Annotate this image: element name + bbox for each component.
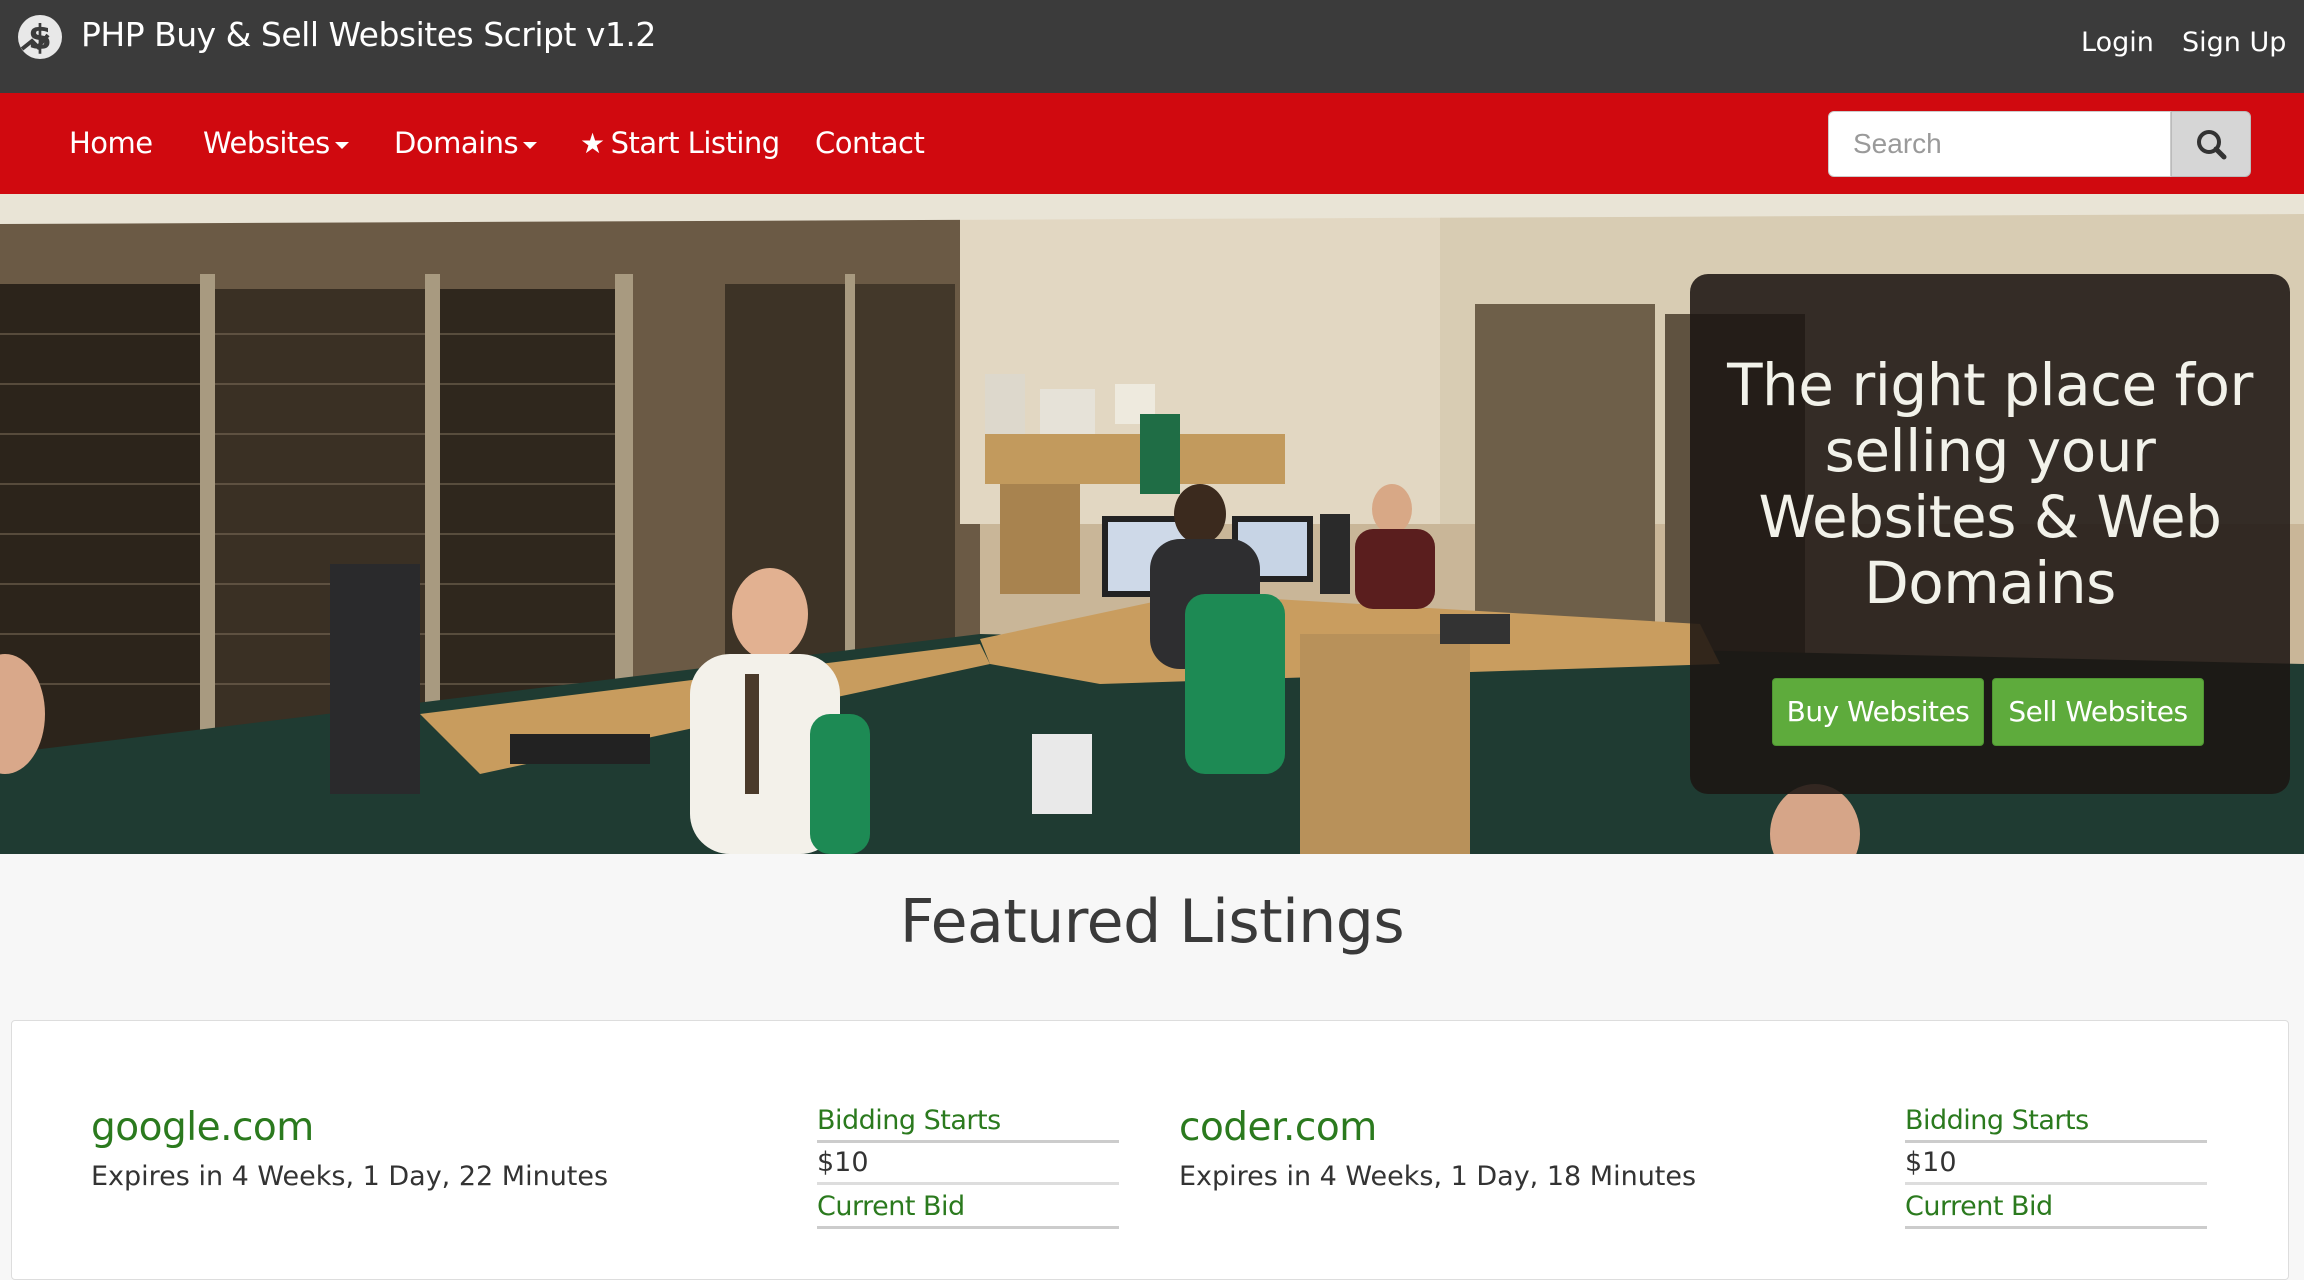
nav-domains-label: Domains [394, 126, 519, 160]
featured-title: Featured Listings [899, 887, 1405, 957]
dollar-logo-icon[interactable]: $ [14, 11, 66, 63]
listing-name-link[interactable]: coder.com [1179, 1105, 1377, 1150]
hero-panel: The right place for selling your Website… [1690, 274, 2290, 794]
star-icon: ★ [580, 127, 605, 160]
current-bid-label: Current Bid [817, 1191, 1119, 1229]
sell-websites-button[interactable]: Sell Websites [1992, 678, 2204, 746]
listing-name-link[interactable]: google.com [91, 1105, 314, 1150]
nav-home[interactable]: Home [69, 126, 153, 160]
nav-websites-label: Websites [203, 126, 330, 160]
hero-banner: The right place for selling your Website… [0, 194, 2304, 854]
featured-listings-card: google.com Expires in 4 Weeks, 1 Day, 22… [11, 1020, 2289, 1280]
nav-start-listing-label: Start Listing [610, 126, 781, 160]
nav-domains-dropdown[interactable]: Domains [394, 126, 538, 160]
search-button[interactable] [2171, 111, 2251, 177]
hero-title: The right place for selling your Website… [1727, 351, 2253, 617]
search-input[interactable] [1828, 111, 2171, 177]
nav-contact[interactable]: Contact [815, 126, 925, 160]
current-bid-label: Current Bid [1905, 1191, 2207, 1229]
brand-title[interactable]: PHP Buy & Sell Websites Script v1.2 [81, 15, 656, 54]
bidding-starts-label: Bidding Starts [1905, 1105, 2207, 1143]
bidding-starts-value: $10 [817, 1147, 1119, 1185]
login-link[interactable]: Login [2081, 27, 2154, 58]
bidding-starts-value: $10 [1905, 1147, 2207, 1185]
caret-down-icon [334, 141, 349, 149]
listing-expiry: Expires in 4 Weeks, 1 Day, 18 Minutes [1179, 1161, 1697, 1192]
nav-start-listing[interactable]: ★ Start Listing [580, 126, 780, 160]
signup-link[interactable]: Sign Up [2182, 27, 2286, 58]
bidding-starts-label: Bidding Starts [817, 1105, 1119, 1143]
listing-expiry: Expires in 4 Weeks, 1 Day, 22 Minutes [91, 1161, 609, 1192]
caret-down-icon [523, 141, 538, 149]
nav-websites-dropdown[interactable]: Websites [203, 126, 349, 160]
search-icon [2197, 130, 2227, 160]
svg-text:$: $ [28, 18, 52, 58]
top-bar: $ PHP Buy & Sell Websites Script v1.2 Lo… [0, 0, 2304, 93]
buy-websites-button[interactable]: Buy Websites [1772, 678, 1984, 746]
